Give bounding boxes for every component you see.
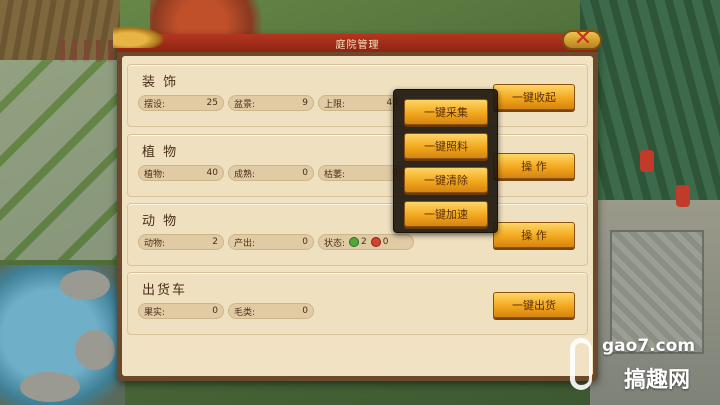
stat-value: 9	[302, 98, 308, 108]
stat-animals: 动物: 2	[138, 234, 224, 250]
watermark: gao7.com 搞趣网	[570, 332, 720, 402]
stat-label: 状态:	[324, 238, 346, 249]
harvest-all-button[interactable]: 一键采集	[404, 99, 488, 125]
rock	[20, 372, 80, 402]
stat-label: 盆景:	[234, 99, 256, 110]
collect-all-button[interactable]: 一键收起	[493, 84, 575, 110]
stat-label: 植物:	[144, 169, 166, 180]
lantern	[676, 185, 690, 207]
section-title: 出货车	[142, 283, 188, 298]
care-all-button[interactable]: 一键照料	[404, 133, 488, 159]
watermark-domain: gao7.com	[602, 336, 696, 356]
stat-value: 0	[212, 306, 218, 316]
stat-mature: 成熟: 0	[228, 165, 314, 181]
wooden-fence	[60, 40, 120, 62]
section-title: 植 物	[142, 145, 179, 160]
stat-output: 产出: 0	[228, 234, 314, 250]
stat-label: 产出:	[234, 238, 256, 249]
stat-fur: 毛类: 0	[228, 303, 314, 319]
lantern	[640, 150, 654, 172]
status-happy-count: 2	[361, 237, 367, 247]
close-x-icon: ✕	[573, 26, 593, 51]
stat-row: 果实: 0 毛类: 0	[138, 303, 314, 319]
stat-row: 摆设: 25 盆景: 9 上限: 40	[138, 95, 404, 111]
stat-label: 成熟:	[234, 169, 256, 180]
stat-fruit: 果实: 0	[138, 303, 224, 319]
stat-label: 毛类:	[234, 307, 256, 318]
clear-all-button[interactable]: 一键清除	[404, 167, 488, 193]
stat-withered: 枯萎: 0	[318, 165, 404, 181]
stat-value: 2	[212, 237, 218, 247]
stat-value: 40	[206, 168, 218, 178]
rock	[60, 270, 110, 300]
stat-plants: 植物: 40	[138, 165, 224, 181]
stat-label: 果实:	[144, 307, 166, 318]
plants-operate-button[interactable]: 操 作	[493, 153, 575, 179]
stone-path	[0, 60, 120, 260]
stat-value: 0	[302, 237, 308, 247]
decoration-section: 装 饰 摆设: 25 盆景: 9 上限: 40 一键收起	[127, 64, 588, 127]
animals-section: 动 物 动物: 2 产出: 0 状态: 2 0 操 作	[127, 203, 588, 266]
stat-label: 摆设:	[144, 99, 166, 110]
stat-label: 枯萎:	[324, 169, 346, 180]
animals-operate-button[interactable]: 操 作	[493, 222, 575, 248]
section-title: 动 物	[142, 214, 179, 229]
stat-value: 0	[302, 168, 308, 178]
speed-up-all-button[interactable]: 一键加速	[404, 201, 488, 227]
courtyard-management-dialog: 庭院管理 ✕ 装 饰 摆设: 25 盆景: 9 上限: 40	[113, 26, 602, 381]
cloud-ornament-icon	[113, 26, 165, 48]
stat-limit: 上限: 40	[318, 95, 404, 111]
stat-row: 植物: 40 成熟: 0 枯萎: 0	[138, 165, 404, 181]
stat-label: 动物:	[144, 238, 166, 249]
gao7-logo-icon	[570, 338, 592, 390]
status-sad-count: 0	[382, 237, 389, 247]
rock	[75, 330, 115, 370]
dialog-title: 庭院管理	[335, 39, 380, 51]
stat-label: 上限:	[324, 99, 346, 110]
section-title: 装 饰	[142, 75, 179, 90]
stat-value: 25	[206, 98, 218, 108]
stat-bonsai: 盆景: 9	[228, 95, 314, 111]
dialog-header: 庭院管理 ✕	[113, 26, 602, 52]
stat-value: 0	[302, 306, 308, 316]
close-button[interactable]: ✕	[562, 24, 602, 56]
ship-all-button[interactable]: 一键出货	[493, 292, 575, 318]
stat-row: 动物: 2 产出: 0 状态: 2 0	[138, 234, 414, 250]
stat-status: 状态: 2 0	[318, 234, 414, 250]
operation-popup-menu: 一键采集 一键照料 一键清除 一键加速	[393, 89, 498, 233]
happy-face-icon	[349, 237, 360, 247]
truck-section: 出货车 果实: 0 毛类: 0 一键出货	[127, 272, 588, 335]
watermark-name: 搞趣网	[624, 368, 691, 393]
plants-section: 植 物 植物: 40 成熟: 0 枯萎: 0 操 作	[127, 134, 588, 197]
sad-face-icon	[370, 237, 381, 247]
dialog-body: 装 饰 摆设: 25 盆景: 9 上限: 40 一键收起 植 物	[122, 56, 593, 376]
stat-furnishings: 摆设: 25	[138, 95, 224, 111]
